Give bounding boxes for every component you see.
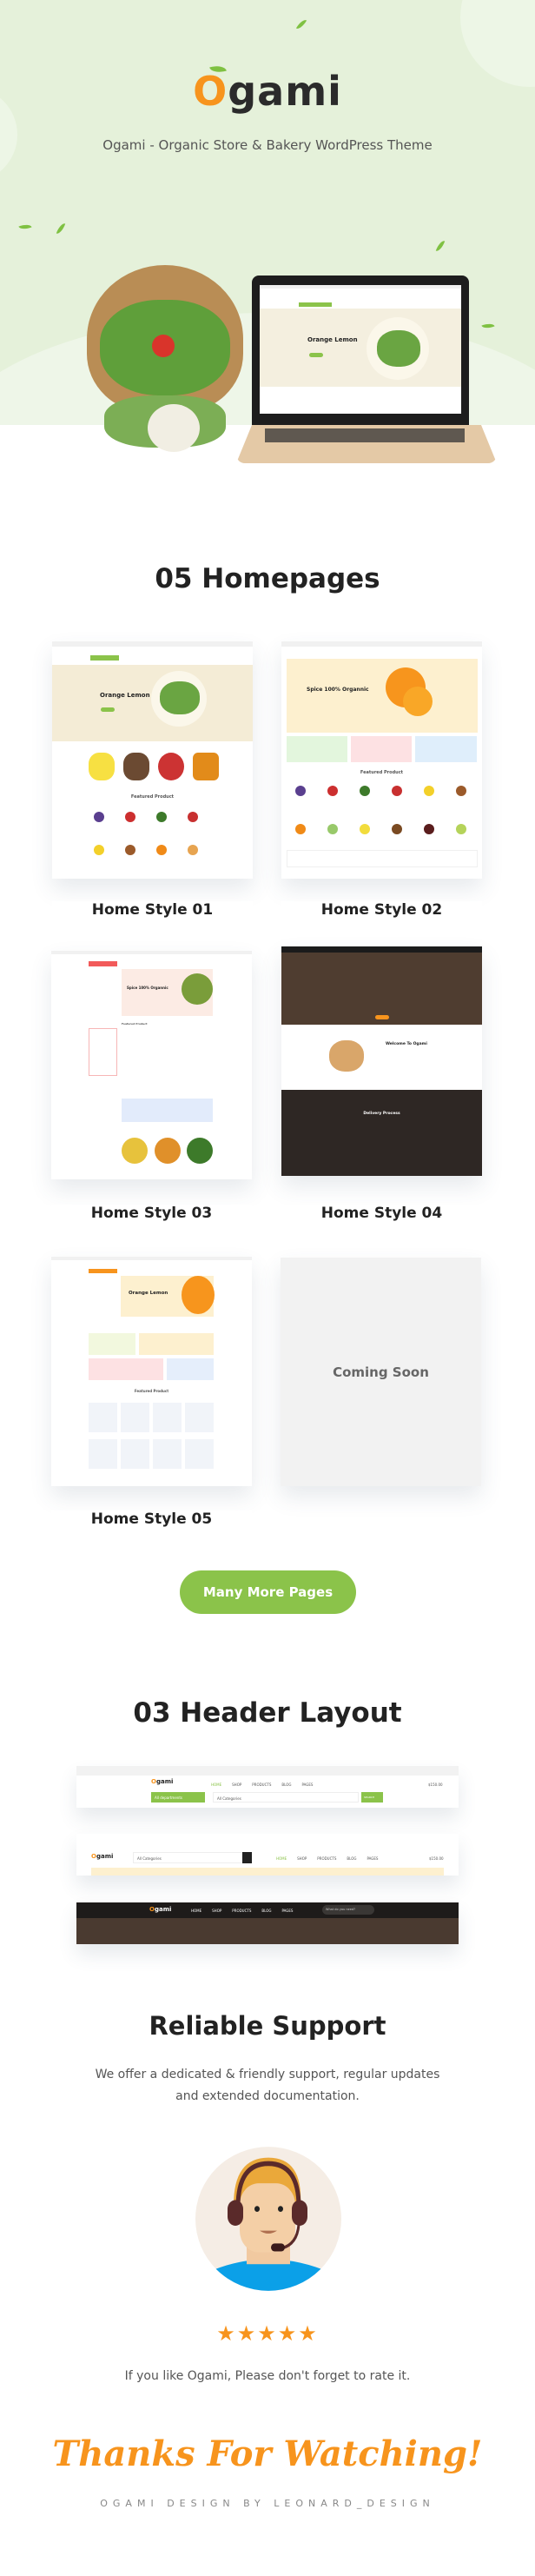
support-title: Reliable Support (149, 2011, 386, 2041)
leaf-icon (56, 222, 66, 236)
tomato-image (152, 335, 175, 357)
design-credit: OGAMI DESIGN BY LEONARD_DESIGN (100, 2498, 435, 2509)
laptop-screen: Orange Lemon (260, 285, 461, 414)
thanks-heading: Thanks For Watching! (52, 2433, 483, 2474)
laptop-keyboard (265, 428, 465, 442)
header-layout-3-preview[interactable]: Ogami HOME SHOP PRODUCTS BLOG PAGES What do … (76, 1902, 459, 1944)
star-icon: ★ (277, 2321, 299, 2346)
header-layout-title: 03 Header Layout (133, 1697, 402, 1729)
home-style-04-preview[interactable]: Welcome To Ogami Delivery Process (281, 946, 482, 1176)
many-more-pages-button[interactable]: Many More Pages (180, 1570, 356, 1614)
coming-soon-card: Coming Soon (281, 1258, 481, 1486)
home-style-05-preview[interactable]: Orange Lemon Featured Product (51, 1257, 252, 1486)
leaf-icon (295, 17, 307, 31)
hero-subtitle: Ogami - Organic Store & Bakery WordPress… (102, 137, 433, 153)
laptop-heading: Orange Lemon (307, 336, 358, 343)
home-style-03-preview[interactable]: Spice 100% Organnic Featured Product (51, 951, 252, 1179)
home-style-01-preview[interactable]: Orange Lemon Featured Product (52, 641, 253, 879)
home-style-04-label[interactable]: Home Style 04 (281, 1205, 482, 1222)
header-layout-1-preview[interactable]: Ogami HOME SHOP PRODUCTS BLOG PAGES $150.00 … (76, 1766, 459, 1808)
star-icon: ★ (257, 2321, 278, 2346)
cauliflower-image (148, 404, 200, 452)
star-icon: ★ (298, 2321, 319, 2346)
home-style-03-label[interactable]: Home Style 03 (51, 1205, 252, 1222)
search-icon[interactable] (242, 1852, 252, 1863)
support-line-2: and extended documentation. (175, 2089, 360, 2103)
home-style-01-label[interactable]: Home Style 01 (52, 901, 253, 919)
support-line-1: We offer a dedicated & friendly support,… (95, 2068, 440, 2081)
leaf-icon (435, 239, 446, 253)
rate-text: If you like Ogami, Please don't forget t… (124, 2369, 411, 2383)
star-icon: ★ (216, 2321, 237, 2346)
star-icon: ★ (236, 2321, 258, 2346)
leaf-icon (18, 222, 32, 232)
leaf-icon (481, 321, 495, 331)
rating-stars: ★★★★★ (0, 2321, 535, 2346)
home-style-05-label[interactable]: Home Style 05 (51, 1510, 252, 1528)
laptop-image: Orange Lemon (252, 276, 469, 425)
coming-soon-text: Coming Soon (333, 1364, 429, 1380)
header-layout-2-preview[interactable]: Ogami All Categories HOME SHOP PRODUCTS BLO… (76, 1834, 459, 1876)
support-agent-avatar (195, 2147, 341, 2291)
logo-text: O (193, 68, 228, 115)
logo: Ogami (193, 68, 342, 115)
home-style-02-preview[interactable]: Spice 100% Organnic Featured Product (281, 641, 482, 879)
homepages-title: 05 Homepages (155, 563, 380, 594)
home-style-02-label[interactable]: Home Style 02 (281, 901, 482, 919)
